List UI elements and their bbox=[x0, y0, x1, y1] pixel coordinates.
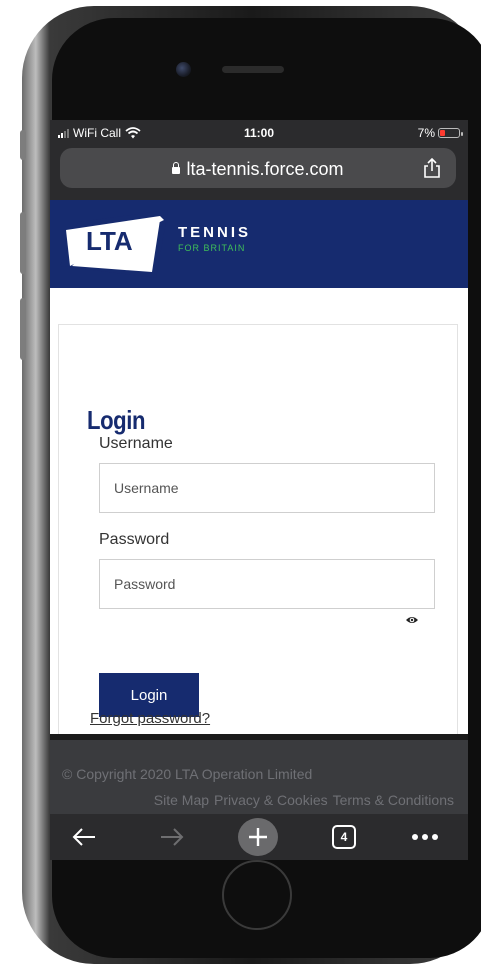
password-label: Password bbox=[99, 531, 170, 548]
front-camera bbox=[176, 62, 191, 77]
url-text: lta-tennis.force.com bbox=[186, 159, 344, 179]
brand-wordmark: TENNIS FOR BRITAIN bbox=[178, 224, 251, 253]
new-tab-button[interactable] bbox=[238, 818, 278, 856]
home-button[interactable] bbox=[222, 860, 292, 930]
status-bar: WiFi Call 11:00 7% bbox=[50, 120, 468, 146]
username-label: Username bbox=[99, 435, 173, 452]
earpiece-speaker bbox=[222, 66, 284, 73]
lta-logo[interactable]: LTA bbox=[60, 210, 172, 278]
brand-subtitle: FOR BRITAIN bbox=[178, 243, 246, 253]
battery-percent: 7% bbox=[417, 126, 435, 140]
forgot-password-link[interactable]: Forgot password? bbox=[90, 710, 210, 727]
brand-title: TENNIS bbox=[178, 224, 252, 241]
site-header: LTA TENNIS FOR BRITAIN bbox=[50, 200, 468, 288]
logo-text: LTA bbox=[86, 226, 133, 256]
forward-button[interactable] bbox=[158, 824, 186, 850]
login-card: Login Username Password Login bbox=[58, 324, 458, 744]
address-bar[interactable]: lta-tennis.force.com bbox=[60, 148, 456, 188]
footer-links: Site Map Privacy & Cookies Terms & Conditi… bbox=[149, 792, 454, 808]
copyright-text: © Copyright 2020 LTA Operation Limited bbox=[62, 766, 313, 782]
clock: 11:00 bbox=[243, 126, 275, 140]
password-input[interactable] bbox=[99, 559, 435, 609]
tab-count: 4 bbox=[340, 830, 348, 844]
phone-screen: WiFi Call 11:00 7% lta-tennis.force.com bbox=[50, 120, 468, 860]
back-button[interactable] bbox=[70, 824, 98, 850]
username-input[interactable] bbox=[99, 463, 435, 513]
mute-switch bbox=[20, 130, 26, 160]
more-icon[interactable] bbox=[410, 824, 440, 850]
site-footer: © Copyright 2020 LTA Operation Limited S… bbox=[50, 740, 468, 814]
lock-icon bbox=[172, 162, 181, 174]
forward-arrow-icon bbox=[161, 828, 184, 846]
footer-link-site-map[interactable]: Site Map bbox=[154, 792, 209, 808]
new-tab-plus-icon bbox=[249, 828, 267, 846]
footer-link-terms[interactable]: Terms & Conditions bbox=[333, 792, 454, 808]
browser-toolbar: 4 bbox=[50, 814, 468, 860]
page-title: Login bbox=[87, 405, 146, 435]
tabs-icon[interactable]: 4 bbox=[332, 825, 356, 849]
volume-down-button bbox=[20, 298, 26, 360]
footer-link-privacy[interactable]: Privacy & Cookies bbox=[214, 792, 328, 808]
volume-up-button bbox=[20, 212, 26, 274]
back-arrow-icon bbox=[72, 828, 95, 846]
page-content: Login Username Password Login Forgot pas… bbox=[50, 288, 468, 744]
battery-icon bbox=[438, 128, 463, 138]
eye-icon[interactable] bbox=[405, 613, 419, 627]
share-icon[interactable] bbox=[420, 156, 444, 180]
